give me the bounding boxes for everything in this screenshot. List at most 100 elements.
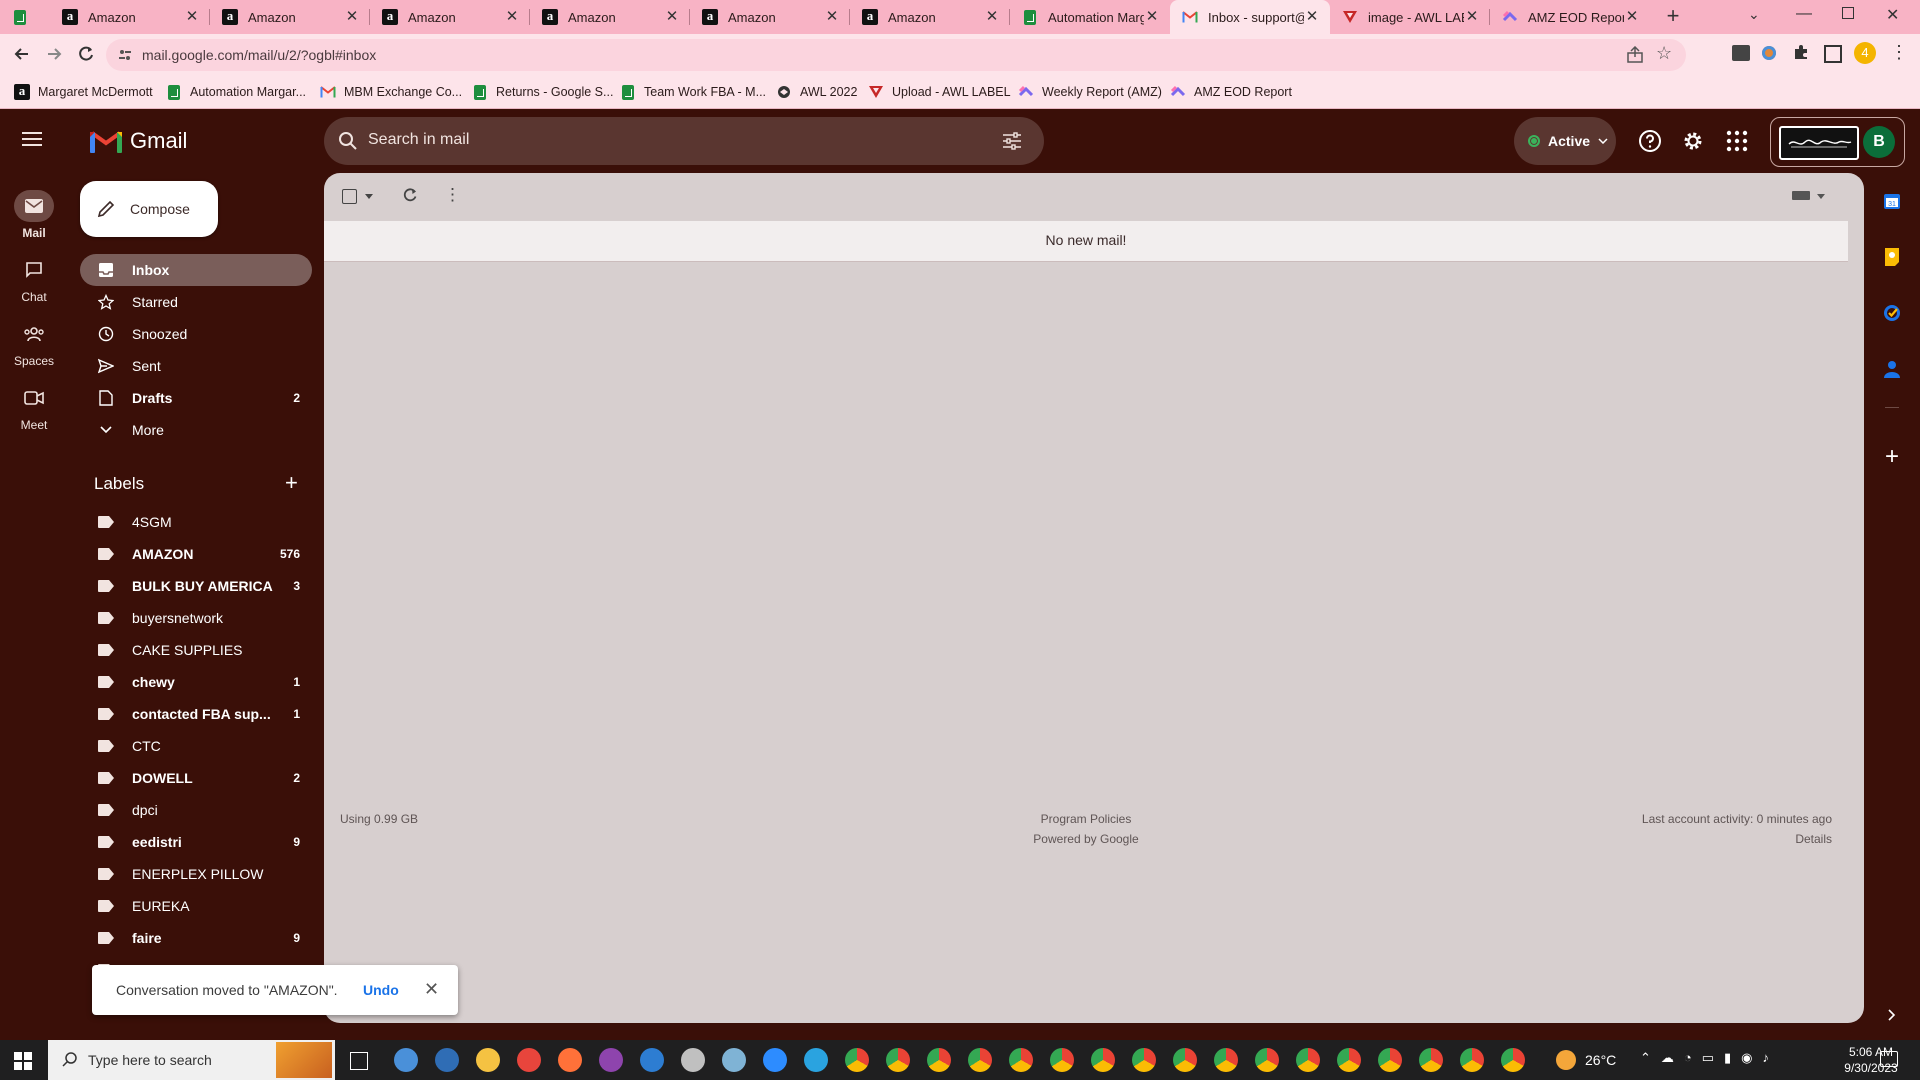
windows-start-icon[interactable] [14, 1052, 32, 1070]
close-icon[interactable]: ✕ [424, 979, 439, 1000]
details-link[interactable]: Details [1795, 832, 1832, 846]
browser-tab[interactable]: a Amazon ✕ [850, 0, 1010, 34]
label-item[interactable]: buyersnetwork [80, 602, 312, 634]
system-tray-icons[interactable]: ⌃☁︎◔▭▮◉♪ [1640, 1050, 1779, 1066]
chrome-profile-icon[interactable] [1214, 1048, 1238, 1072]
label-item[interactable]: DOWELL 2 [80, 762, 312, 794]
chrome-profile-icon[interactable] [1050, 1048, 1074, 1072]
calendar-icon[interactable]: 31 [1877, 186, 1907, 216]
search-bar[interactable]: Search in mail [324, 117, 1044, 165]
weather-icon[interactable] [1556, 1050, 1576, 1070]
search-input[interactable]: Search in mail [368, 131, 469, 149]
label-item[interactable]: eedistri 9 [80, 826, 312, 858]
bookmark-item[interactable]: MBM Exchange Co... [320, 82, 462, 102]
bookmark-item[interactable]: AMZ EOD Report [1170, 82, 1292, 102]
taskbar-search-box[interactable]: Type here to search [48, 1040, 335, 1080]
reload-icon[interactable] [76, 44, 96, 64]
browser-tab[interactable]: a Amazon ✕ [50, 0, 210, 34]
site-info-icon[interactable] [118, 48, 132, 62]
label-item[interactable]: dpci [80, 794, 312, 826]
chrome-profile-icon[interactable] [1296, 1048, 1320, 1072]
browser-tab[interactable]: a Amazon ✕ [370, 0, 530, 34]
search-options-icon[interactable] [1002, 132, 1022, 150]
chrome-profile-icon[interactable] [1378, 1048, 1402, 1072]
browser-tab-active[interactable]: Inbox - support@ ✕ [1170, 0, 1330, 34]
contacts-icon[interactable] [1877, 354, 1907, 384]
nav-starred[interactable]: Starred [80, 286, 312, 318]
share-icon[interactable] [1626, 46, 1644, 64]
chrome-profile-icon[interactable] [845, 1048, 869, 1072]
nav-more[interactable]: More [80, 414, 312, 446]
browser-tab[interactable]: Automation Marg ✕ [1010, 0, 1170, 34]
address-bar[interactable]: mail.google.com/mail/u/2/?ogbl#inbox ☆ [106, 39, 1686, 71]
zoom-icon[interactable] [763, 1048, 787, 1072]
chrome-profile-icon[interactable] [1460, 1048, 1484, 1072]
calculator-icon[interactable] [640, 1048, 664, 1072]
bookmark-item[interactable]: AWL 2022 [776, 82, 857, 102]
hide-side-panel-icon[interactable] [1877, 1000, 1907, 1030]
bookmark-item[interactable]: Upload - AWL LABEL [868, 82, 1011, 102]
gmail-logo[interactable]: Gmail [90, 128, 187, 154]
label-item[interactable]: EUREKA [80, 890, 312, 922]
nav-sent[interactable]: Sent [80, 350, 312, 382]
label-item[interactable]: contacted FBA sup... 1 [80, 698, 312, 730]
compose-button[interactable]: Compose [80, 181, 218, 237]
bookmark-item[interactable]: Returns - Google S... [472, 82, 613, 102]
weather-temp[interactable]: 26°C [1585, 1052, 1616, 1068]
label-item[interactable]: AMAZON 576 [80, 538, 312, 570]
chrome-profile-icon[interactable] [1009, 1048, 1033, 1072]
bookmark-item[interactable]: Team Work FBA - M... [620, 82, 766, 102]
minimize-button[interactable]: — [1796, 5, 1812, 23]
chrome-profile-icon[interactable] [927, 1048, 951, 1072]
browser-tab[interactable]: a Amazon ✕ [530, 0, 690, 34]
app-icon[interactable] [681, 1048, 705, 1072]
forward-icon[interactable] [44, 44, 64, 64]
chrome-profile-icon[interactable] [1091, 1048, 1115, 1072]
back-icon[interactable] [12, 44, 32, 64]
input-tools-dropdown-icon[interactable] [1817, 194, 1825, 199]
chrome-profile-icon[interactable] [1419, 1048, 1443, 1072]
bookmark-item[interactable]: Automation Margar... [166, 82, 306, 102]
keep-icon[interactable] [1877, 242, 1907, 272]
bookmark-item[interactable]: a Margaret McDermott [14, 82, 153, 102]
chrome-profile-icon[interactable] [1501, 1048, 1525, 1072]
input-tools-keyboard-icon[interactable] [1792, 191, 1810, 200]
account-switcher[interactable]: B [1770, 117, 1905, 167]
extension-off-icon[interactable] [1732, 45, 1750, 61]
close-tab-icon[interactable]: ✕ [504, 9, 520, 25]
help-icon[interactable] [1638, 129, 1662, 153]
maximize-button[interactable] [1842, 7, 1854, 19]
close-tab-icon[interactable]: ✕ [1464, 9, 1480, 25]
notepad-icon[interactable] [722, 1048, 746, 1072]
extensions-puzzle-icon[interactable] [1792, 43, 1810, 61]
new-tab-button[interactable]: + [1662, 5, 1684, 28]
chrome-icon[interactable] [394, 1048, 418, 1072]
program-policies-link[interactable]: Program Policies [324, 812, 1848, 826]
get-addons-icon[interactable]: + [1877, 442, 1907, 472]
label-item[interactable]: chewy 1 [80, 666, 312, 698]
nav-drafts[interactable]: Drafts 2 [80, 382, 312, 414]
chrome-profile-icon[interactable] [1132, 1048, 1156, 1072]
side-panel-icon[interactable] [1824, 45, 1842, 63]
close-tab-icon[interactable]: ✕ [664, 9, 680, 25]
more-actions-icon[interactable]: ⋮ [444, 185, 461, 205]
close-window-button[interactable]: ✕ [1886, 5, 1899, 25]
bookmark-item[interactable]: Weekly Report (AMZ) [1018, 82, 1162, 102]
browser-menu-icon[interactable]: ⋮ [1890, 42, 1908, 63]
tab-search-icon[interactable]: ⌄ [1748, 6, 1760, 23]
undo-button[interactable]: Undo [363, 982, 399, 998]
task-view-icon[interactable] [350, 1052, 368, 1070]
tasks-icon[interactable] [1877, 298, 1907, 328]
refresh-icon[interactable] [402, 187, 418, 203]
close-tab-icon[interactable]: ✕ [344, 9, 360, 25]
main-menu-icon[interactable] [22, 130, 44, 148]
close-tab-icon[interactable]: ✕ [824, 9, 840, 25]
status-selector[interactable]: Active [1514, 117, 1616, 165]
settings-gear-icon[interactable] [1681, 129, 1705, 153]
label-item[interactable]: CAKE SUPPLIES [80, 634, 312, 666]
label-item[interactable]: BULK BUY AMERICA 3 [80, 570, 312, 602]
chrome-profile-icon[interactable] [1173, 1048, 1197, 1072]
close-tab-icon[interactable]: ✕ [984, 9, 1000, 25]
rail-mail[interactable]: Mail [0, 190, 68, 240]
close-tab-icon[interactable]: ✕ [1624, 9, 1640, 25]
